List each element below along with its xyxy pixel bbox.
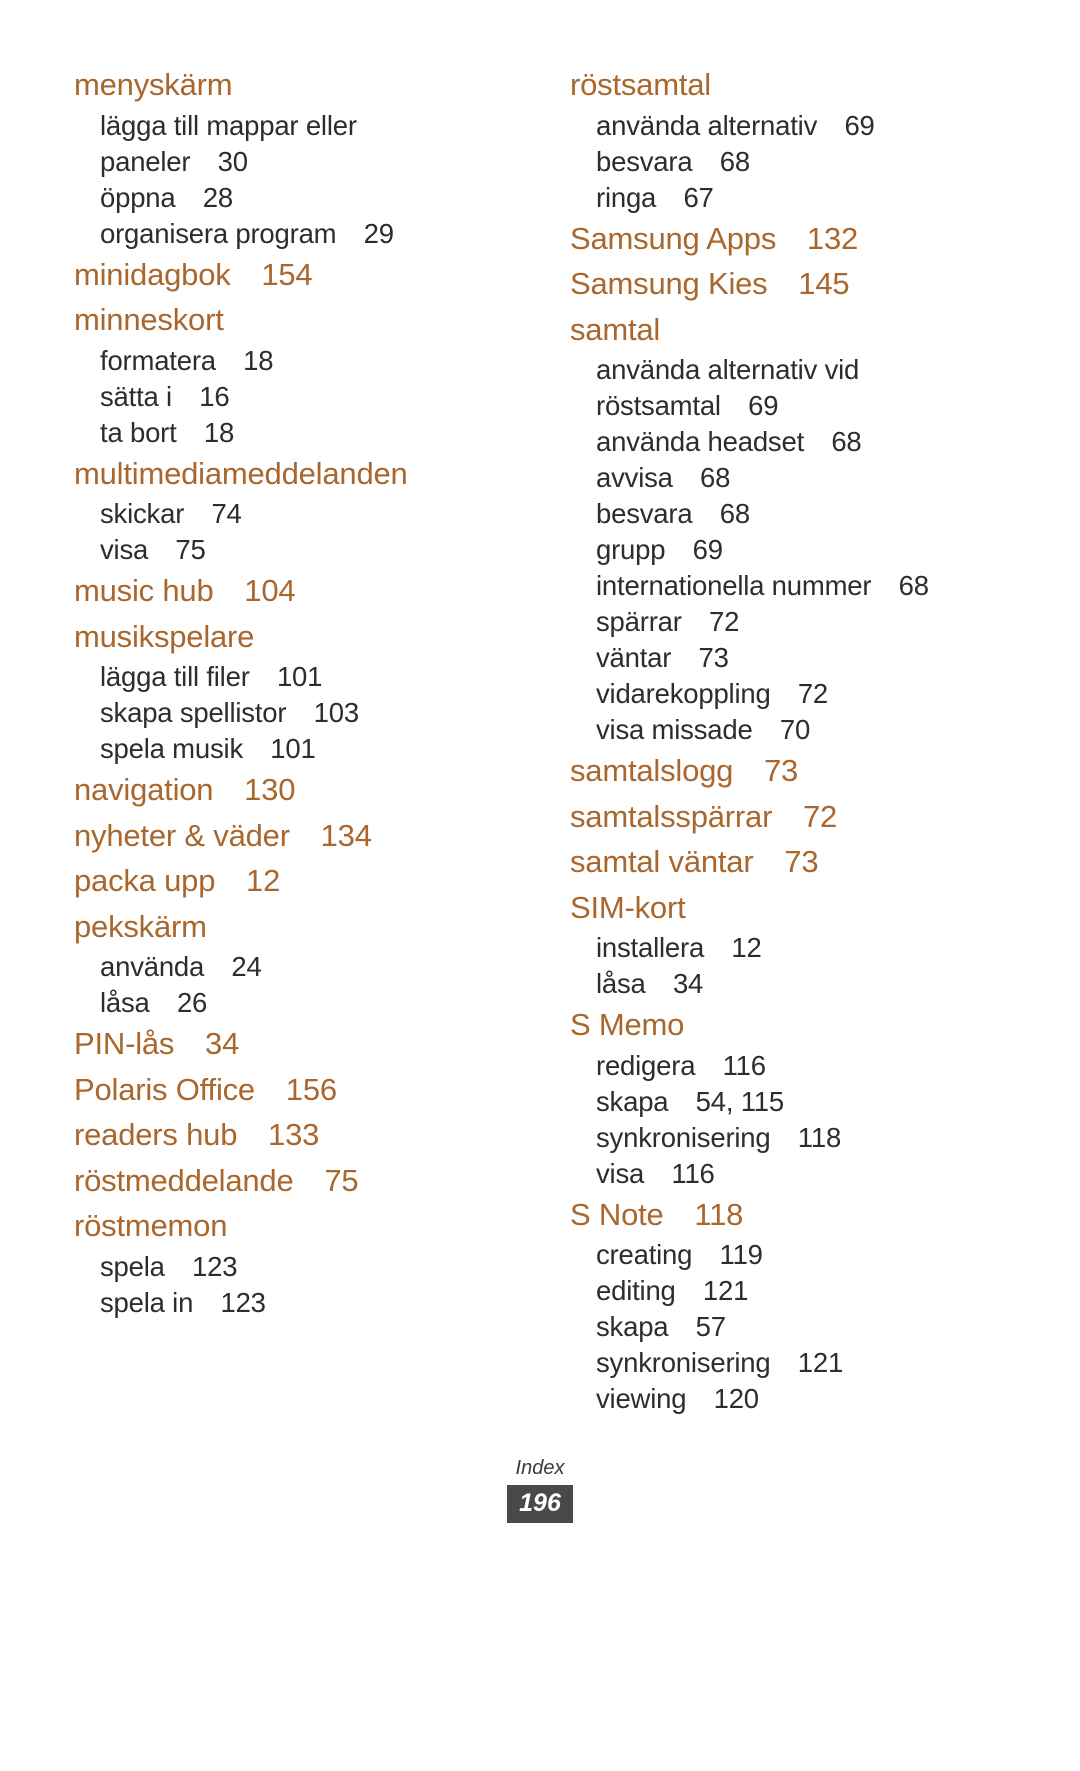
index-subentry: skapa 57	[596, 1311, 726, 1342]
index-subentry: spela musik 101	[100, 733, 316, 764]
index-entry-heading: röstmemon	[74, 1208, 228, 1243]
index-entry-heading: nyheter & väder 134	[74, 817, 372, 853]
index-subentry: använda headset 68	[596, 426, 862, 457]
index-entry-heading: Polaris Office 156	[74, 1071, 337, 1107]
index-subentry: spela in 123	[100, 1286, 266, 1318]
index-subentry: editing 121	[596, 1275, 749, 1306]
index-subentry: använda 24	[100, 951, 262, 982]
index-subentry: använda alternativ 69	[596, 109, 875, 141]
index-subentry: grupp 69	[596, 534, 723, 565]
index-subentry: väntar 73	[596, 642, 729, 673]
index-subentry: lägga till filer 101	[100, 661, 323, 692]
index-entry-heading: packa upp 12	[74, 863, 281, 898]
index-entry-heading: readers hub 133	[74, 1117, 320, 1152]
index-entry-heading: röstsamtal	[570, 67, 711, 102]
index-subentry: synkronisering 121	[596, 1347, 844, 1378]
index-entry-heading: PIN-lås 34	[74, 1026, 240, 1061]
index-subentry: besvara 68	[596, 498, 750, 529]
index-entry-heading: Samsung Kies 145	[570, 266, 850, 301]
footer-label: Index	[515, 1457, 565, 1479]
index-entry-heading: pekskärm	[74, 908, 207, 944]
page-number-badge: 196	[507, 1485, 573, 1523]
index-subentry: sätta i 16	[100, 380, 230, 412]
index-subentry: creating 119	[596, 1239, 763, 1270]
index-entry-heading: S Note 118	[570, 1196, 744, 1232]
index-subentry: installera 12	[596, 932, 762, 963]
index-entry-heading: minidagbok 154	[74, 256, 313, 292]
index-subentry: låsa 34	[596, 968, 704, 999]
index-subentry: avvisa 68	[596, 462, 731, 493]
index-subentry: organisera program 29	[100, 217, 394, 249]
index-column-right: röstsamtal använda alternativ 69 besvara 6…	[570, 62, 990, 1417]
index-subentry: öppna 28	[100, 181, 233, 213]
index-subentry: synkronisering 118	[596, 1121, 842, 1153]
index-subentry: formatera 18	[100, 344, 274, 376]
index-entry-heading: röstmeddelande 75	[74, 1162, 359, 1198]
index-subentry: låsa 26	[100, 987, 208, 1018]
index-entry-heading: samtal	[570, 311, 661, 347]
index-entry-heading: Samsung Apps 132	[570, 220, 859, 256]
index-entry-heading: samtalslogg 73	[570, 753, 799, 788]
index-columns: menyskärm lägga till mappar eller paneler …	[74, 62, 1006, 1417]
index-subentry: lägga till mappar eller	[100, 109, 357, 141]
index-subentry: röstsamtal 69	[596, 390, 779, 421]
index-entry-heading: navigation 130	[74, 772, 296, 807]
index-subentry: skapa spellistor 103	[100, 697, 359, 728]
index-page: menyskärm lägga till mappar eller paneler …	[0, 0, 1080, 1771]
index-entry-heading: minneskort	[74, 302, 224, 337]
index-entry-heading: musikspelare	[74, 618, 255, 654]
index-subentry: besvara 68	[596, 145, 750, 177]
index-subentry: spärrar 72	[596, 606, 740, 637]
index-subentry: vidarekoppling 72	[596, 678, 829, 709]
index-subentry: skickar 74	[100, 498, 242, 529]
index-column-left: menyskärm lägga till mappar eller paneler …	[74, 62, 494, 1321]
index-subentry: spela 123	[100, 1250, 238, 1282]
index-entry-heading: S Memo	[570, 1007, 685, 1042]
index-entry-heading: menyskärm	[74, 67, 233, 102]
index-entry-heading: SIM-kort	[570, 889, 686, 925]
index-subentry: skapa 54, 115	[596, 1085, 784, 1117]
index-subentry: visa 75	[100, 534, 206, 565]
index-entry-heading: multimediameddelanden	[74, 455, 408, 491]
index-subentry: visa 116	[596, 1157, 715, 1189]
index-subentry: viewing 120	[596, 1383, 759, 1414]
index-subentry: redigera 116	[596, 1049, 766, 1081]
index-subentry: använda alternativ vid	[596, 354, 860, 385]
index-entry-heading: samtal väntar 73	[570, 844, 819, 879]
index-subentry: ta bort 18	[100, 416, 235, 448]
page-footer: Index 196	[0, 1455, 1080, 1523]
index-entry-heading: samtalsspärrar 72	[570, 798, 838, 834]
index-subentry: paneler 30	[100, 145, 248, 177]
index-subentry: visa missade 70	[596, 714, 811, 745]
index-subentry: internationella nummer 68	[596, 570, 929, 601]
index-entry-heading: music hub 104	[74, 573, 296, 608]
index-subentry: ringa 67	[596, 181, 714, 213]
